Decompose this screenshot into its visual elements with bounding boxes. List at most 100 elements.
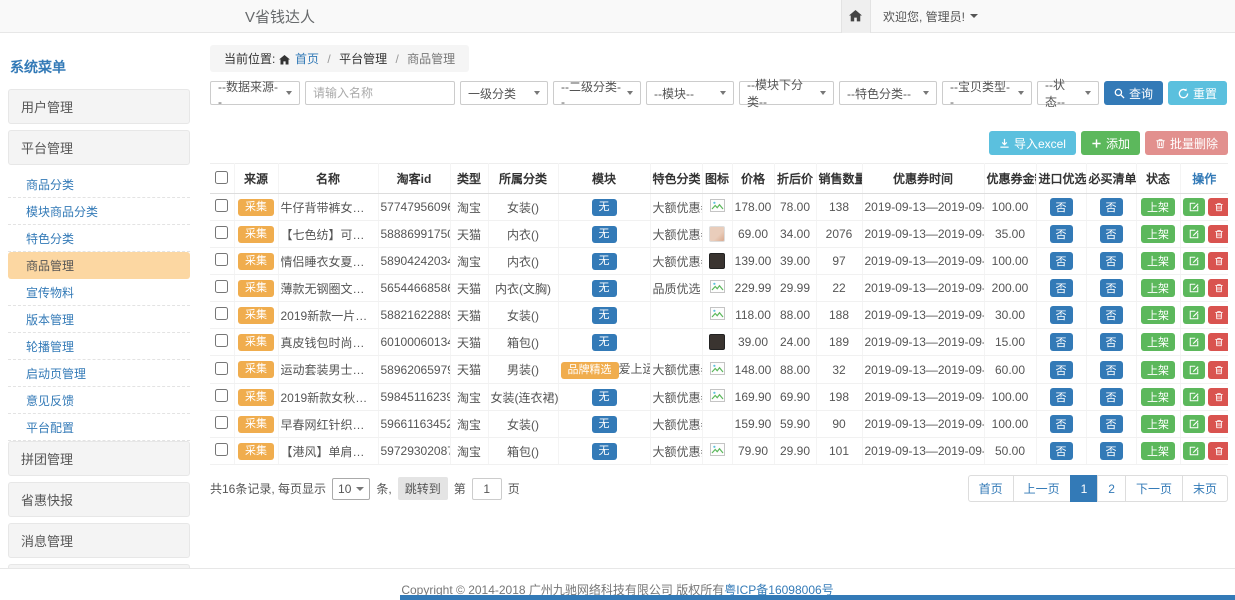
sidebar-item-11[interactable]: 平台配置 [8,414,190,441]
filter-select-5[interactable]: --模块下分类-- [739,81,834,105]
import-choice-toggle[interactable]: 否 [1050,442,1073,460]
status-button[interactable]: 上架 [1141,388,1175,406]
row-checkbox[interactable] [215,334,228,347]
import-choice-toggle[interactable]: 否 [1050,306,1073,324]
row-checkbox[interactable] [215,307,228,320]
edit-button[interactable] [1183,361,1205,379]
import-choice-toggle[interactable]: 否 [1050,279,1073,297]
row-checkbox[interactable] [215,253,228,266]
filter-select-7[interactable]: --宝贝类型-- [942,81,1032,105]
sidebar-group-1[interactable]: 平台管理 [8,130,190,165]
status-button[interactable]: 上架 [1141,333,1175,351]
delete-button[interactable] [1208,442,1229,460]
filter-select-2[interactable]: 一级分类 [460,81,548,105]
filter-select-6[interactable]: --特色分类-- [839,81,937,105]
import-choice-toggle[interactable]: 否 [1050,415,1073,433]
page-button-下一页[interactable]: 下一页 [1125,475,1183,502]
sidebar-item-4[interactable]: 特色分类 [8,225,190,252]
edit-button[interactable] [1183,306,1205,324]
edit-button[interactable] [1183,388,1205,406]
import-choice-toggle[interactable]: 否 [1050,198,1073,216]
sidebar-group-13[interactable]: 省惠快报 [8,482,190,517]
sidebar-item-2[interactable]: 商品分类 [8,171,190,198]
import-choice-toggle[interactable]: 否 [1050,361,1073,379]
page-button-首页[interactable]: 首页 [968,475,1014,502]
delete-button[interactable] [1208,361,1229,379]
delete-button[interactable] [1208,225,1229,243]
row-checkbox[interactable] [215,199,228,212]
status-button[interactable]: 上架 [1141,361,1175,379]
sidebar-item-10[interactable]: 意见反馈 [8,387,190,414]
row-checkbox[interactable] [215,416,228,429]
edit-button[interactable] [1183,415,1205,433]
must-buy-toggle[interactable]: 否 [1100,198,1123,216]
search-button[interactable]: 查询 [1104,81,1163,105]
status-button[interactable]: 上架 [1141,225,1175,243]
row-checkbox[interactable] [215,362,228,375]
sidebar-item-3[interactable]: 模块商品分类 [8,198,190,225]
page-button-末页[interactable]: 末页 [1182,475,1228,502]
row-checkbox[interactable] [215,389,228,402]
filter-select-0[interactable]: --数据来源-- [210,81,300,105]
sidebar-item-5[interactable]: 商品管理 [8,252,190,279]
row-checkbox[interactable] [215,443,228,456]
delete-button[interactable] [1208,333,1229,351]
status-button[interactable]: 上架 [1141,442,1175,460]
delete-button[interactable] [1208,388,1229,406]
filter-select-4[interactable]: --模块-- [646,81,734,105]
row-checkbox[interactable] [215,280,228,293]
import-excel-button[interactable]: 导入excel [989,131,1076,155]
sidebar-group-12[interactable]: 拼团管理 [8,441,190,476]
edit-button[interactable] [1183,225,1205,243]
jump-button[interactable]: 跳转到 [398,477,448,500]
must-buy-toggle[interactable]: 否 [1100,252,1123,270]
home-button[interactable] [841,0,871,33]
filter-select-8[interactable]: --状态-- [1037,81,1099,105]
edit-button[interactable] [1183,252,1205,270]
sidebar-item-7[interactable]: 版本管理 [8,306,190,333]
must-buy-toggle[interactable]: 否 [1100,306,1123,324]
import-choice-toggle[interactable]: 否 [1050,252,1073,270]
must-buy-toggle[interactable]: 否 [1100,388,1123,406]
import-choice-toggle[interactable]: 否 [1050,333,1073,351]
breadcrumb-home-link[interactable]: 首页 [295,52,319,66]
must-buy-toggle[interactable]: 否 [1100,279,1123,297]
add-button[interactable]: 添加 [1081,131,1140,155]
delete-button[interactable] [1208,252,1229,270]
batch-delete-button[interactable]: 批量删除 [1145,131,1228,155]
edit-button[interactable] [1183,198,1205,216]
page-button-上一页[interactable]: 上一页 [1013,475,1071,502]
status-button[interactable]: 上架 [1141,252,1175,270]
edit-button[interactable] [1183,333,1205,351]
must-buy-toggle[interactable]: 否 [1100,361,1123,379]
status-button[interactable]: 上架 [1141,415,1175,433]
sidebar-item-9[interactable]: 启动页管理 [8,360,190,387]
delete-button[interactable] [1208,279,1229,297]
row-checkbox[interactable] [215,226,228,239]
delete-button[interactable] [1208,198,1229,216]
select-all-checkbox[interactable] [215,171,228,184]
reset-button[interactable]: 重置 [1168,81,1227,105]
must-buy-toggle[interactable]: 否 [1100,225,1123,243]
sidebar-item-8[interactable]: 轮播管理 [8,333,190,360]
import-choice-toggle[interactable]: 否 [1050,225,1073,243]
sidebar-item-6[interactable]: 宣传物料 [8,279,190,306]
page-number-input[interactable] [472,478,502,500]
filter-select-3[interactable]: --二级分类-- [553,81,641,105]
sidebar-group-0[interactable]: 用户管理 [8,89,190,124]
status-button[interactable]: 上架 [1141,279,1175,297]
must-buy-toggle[interactable]: 否 [1100,333,1123,351]
user-menu[interactable]: 欢迎您, 管理员! [871,8,990,25]
page-button-1[interactable]: 1 [1070,475,1099,502]
must-buy-toggle[interactable]: 否 [1100,415,1123,433]
must-buy-toggle[interactable]: 否 [1100,442,1123,460]
import-choice-toggle[interactable]: 否 [1050,388,1073,406]
edit-button[interactable] [1183,279,1205,297]
per-page-select[interactable]: 10 [332,478,370,500]
page-button-2[interactable]: 2 [1097,475,1126,502]
edit-button[interactable] [1183,442,1205,460]
name-search-input[interactable] [305,81,455,105]
sidebar-group-14[interactable]: 消息管理 [8,523,190,558]
delete-button[interactable] [1208,415,1229,433]
delete-button[interactable] [1208,306,1229,324]
